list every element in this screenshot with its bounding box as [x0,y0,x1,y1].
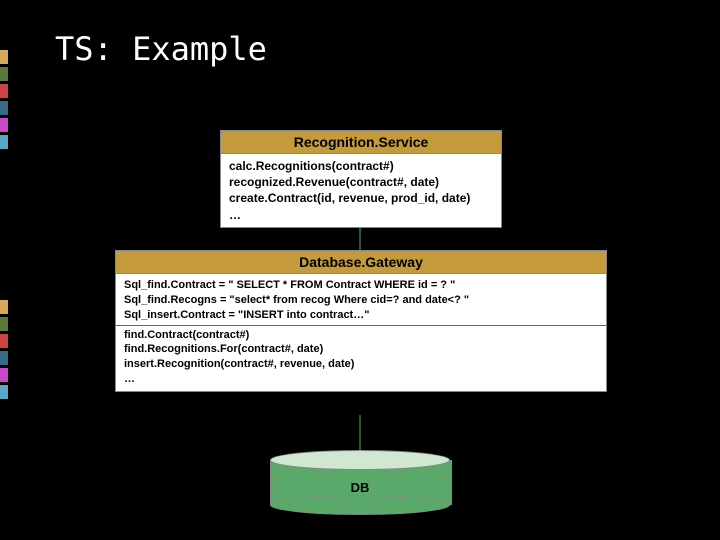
class-box-recognition-service: Recognition.Service calc.Recognitions(co… [220,130,502,228]
class-name: Database.Gateway [116,251,606,274]
class-name: Recognition.Service [221,131,501,154]
database-cylinder: DB [270,450,450,510]
database-label: DB [270,480,450,495]
class-methods: calc.Recognitions(contract#) recognized.… [221,154,501,227]
accent-stripes-top [0,50,8,152]
slide-title: TS: Example [55,30,267,68]
class-box-database-gateway: Database.Gateway Sql_find.Contract = " S… [115,250,607,392]
connector-line [359,228,361,250]
class-body: Sql_find.Contract = " SELECT * FROM Cont… [116,274,606,391]
accent-stripes-mid [0,300,8,402]
